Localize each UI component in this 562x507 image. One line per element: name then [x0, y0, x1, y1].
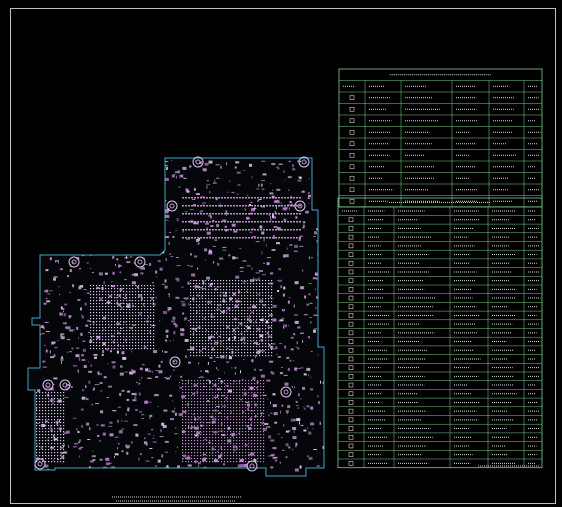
drill-table-upper: [338, 68, 543, 208]
pcb-board: [27, 156, 325, 477]
drill-tables: [337, 68, 543, 469]
footer-note: [112, 465, 540, 502]
drill-table-lower: [337, 197, 543, 469]
pcb-drawing: [27, 68, 543, 502]
